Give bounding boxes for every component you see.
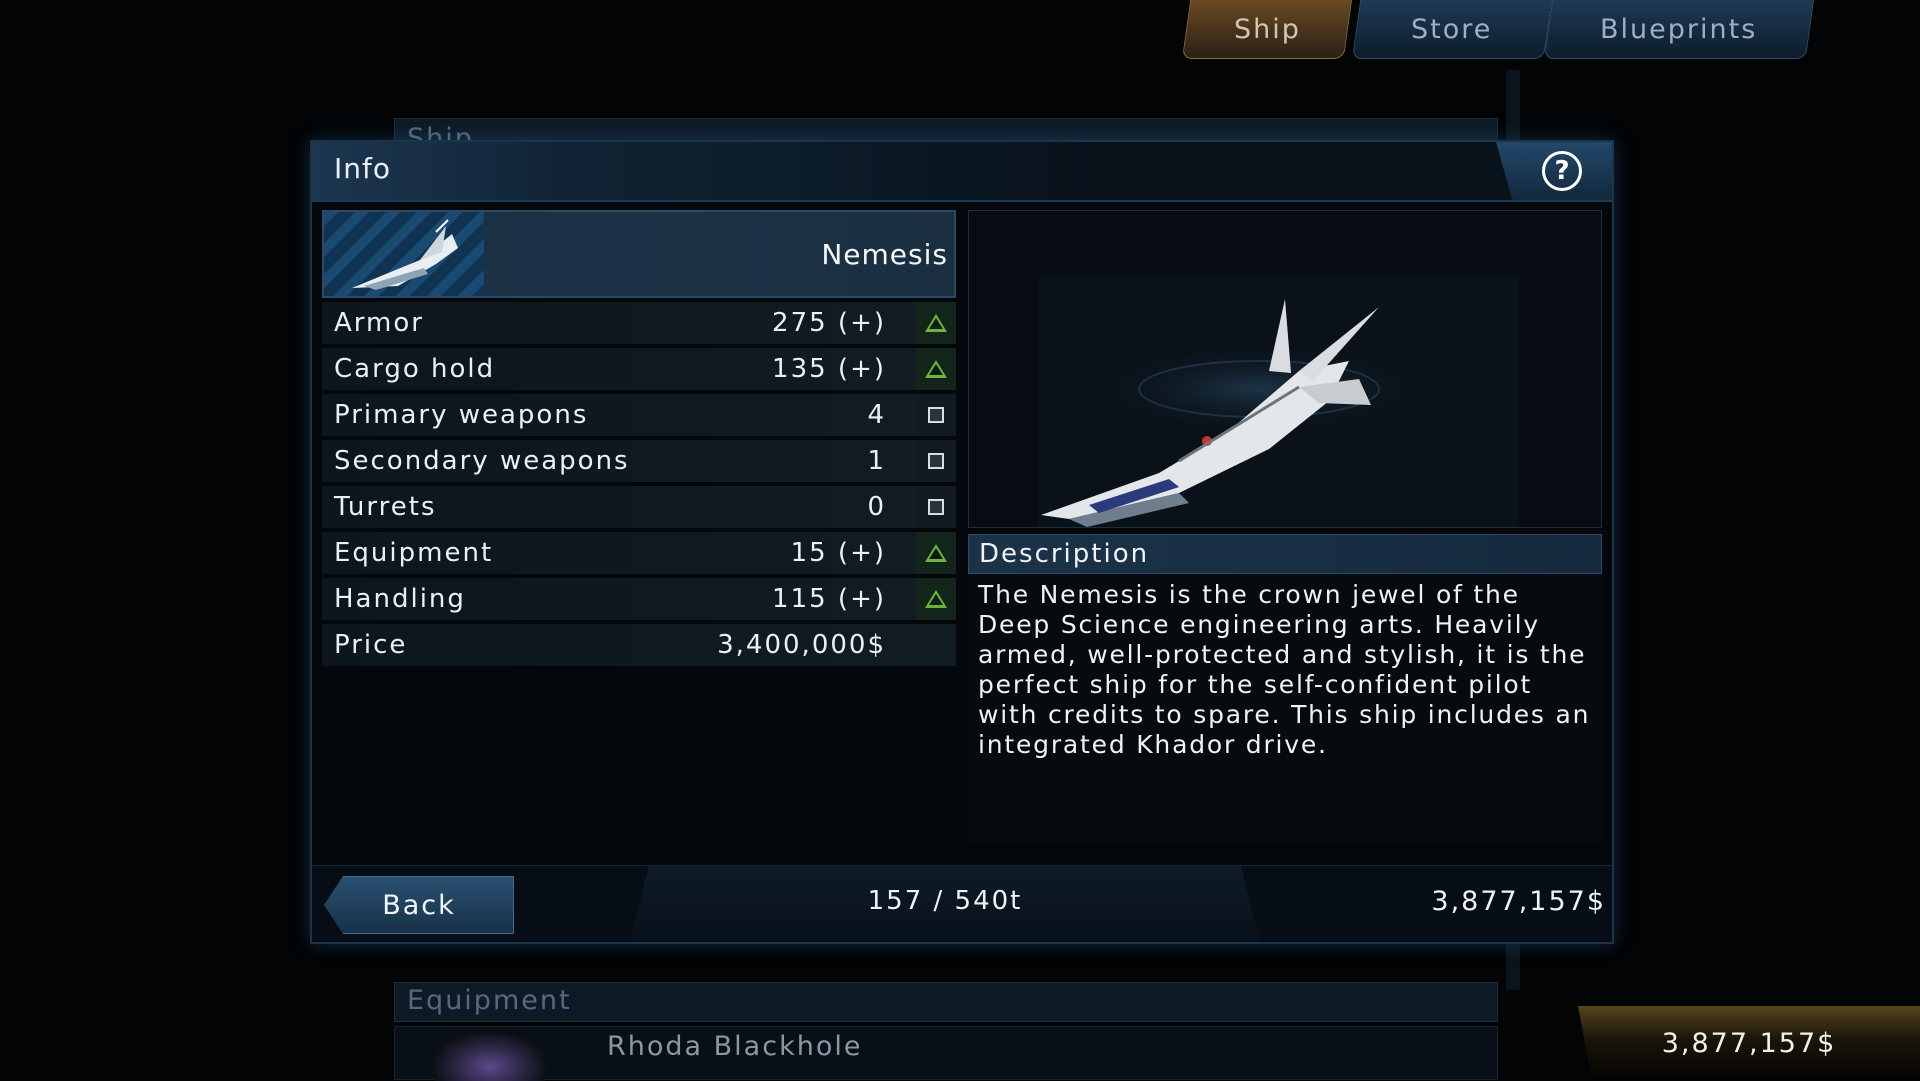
stat-value: 1 <box>867 446 886 476</box>
tab-ship[interactable]: Ship <box>1181 0 1353 59</box>
equipment-list-item[interactable]: Rhoda Blackhole <box>394 1026 1498 1081</box>
description-text: The Nemesis is the crown jewel of the De… <box>968 574 1602 842</box>
stat-label: Secondary weapons <box>334 446 630 476</box>
stat-row-handling: Handling 115 (+) <box>322 578 956 620</box>
ship-name: Nemesis <box>821 238 948 271</box>
stat-row-secondary-weapons: Secondary weapons 1 <box>322 440 956 482</box>
tab-blueprints[interactable]: Blueprints <box>1543 0 1815 59</box>
question-icon: ? <box>1542 151 1582 191</box>
stat-row-armor: Armor 275 (+) <box>322 302 956 344</box>
stat-row-primary-weapons: Primary weapons 4 <box>322 394 956 436</box>
stat-indicator <box>916 486 956 528</box>
ship-preview <box>968 210 1602 528</box>
stat-value: 275 (+) <box>772 308 886 338</box>
credits-balance: 3,877,157$ <box>1431 886 1606 917</box>
ship-thumbnail <box>324 212 484 296</box>
stat-label: Armor <box>334 308 424 338</box>
wallet-amount: 3,877,157$ <box>1661 1027 1837 1059</box>
square-icon <box>928 407 944 423</box>
upgrade-button[interactable] <box>916 532 956 574</box>
description-header-label: Description <box>979 539 1150 569</box>
cargo-panel: 157 / 540t <box>630 866 1260 942</box>
stat-value: 135 (+) <box>772 354 886 384</box>
upgrade-button[interactable] <box>916 302 956 344</box>
stat-label: Cargo hold <box>334 354 496 384</box>
stat-label: Price <box>334 630 408 660</box>
stat-value: 15 (+) <box>790 538 886 568</box>
tab-store-label: Store <box>1411 13 1493 45</box>
back-button-label: Back <box>382 889 456 921</box>
stat-value: 3,400,000$ <box>717 630 886 660</box>
upgrade-triangle-icon <box>925 544 947 562</box>
equipment-section-header: Equipment <box>394 982 1498 1022</box>
equipment-section-label: Equipment <box>407 985 572 1016</box>
stat-row-equipment: Equipment 15 (+) <box>322 532 956 574</box>
dialog-title: Info <box>334 152 391 185</box>
stat-value: 4 <box>867 400 886 430</box>
dialog-header: Info ? <box>312 142 1612 202</box>
back-button[interactable]: Back <box>324 876 514 934</box>
stat-row-turrets: Turrets 0 <box>322 486 956 528</box>
stat-label: Primary weapons <box>334 400 589 430</box>
stat-row-cargo-hold: Cargo hold 135 (+) <box>322 348 956 390</box>
ship-header-row: Nemesis <box>322 210 956 298</box>
stat-row-price: Price 3,400,000$ <box>322 624 956 666</box>
upgrade-triangle-icon <box>925 314 947 332</box>
upgrade-button[interactable] <box>916 578 956 620</box>
tab-ship-label: Ship <box>1233 13 1301 45</box>
stat-value: 0 <box>867 492 886 522</box>
cargo-capacity: 157 / 540t <box>867 886 1023 916</box>
help-button[interactable]: ? <box>1496 142 1612 200</box>
stat-indicator <box>916 440 956 482</box>
stat-label: Turrets <box>334 492 437 522</box>
upgrade-triangle-icon <box>925 360 947 378</box>
stat-label: Handling <box>334 584 466 614</box>
ship-thumbnail-icon <box>352 219 458 290</box>
dialog-footer: 157 / 540t Back 3,877,157$ <box>312 865 1612 942</box>
upgrade-button[interactable] <box>916 348 956 390</box>
equipment-item-name: Rhoda Blackhole <box>607 1031 863 1062</box>
equipment-item-thumbnail <box>435 1033 545 1081</box>
upgrade-triangle-icon <box>925 590 947 608</box>
wallet-display: 3,877,157$ <box>1578 1006 1920 1080</box>
description-header: Description <box>968 534 1602 574</box>
ship-info-dialog: Info ? Nemesis Armor 275 (+) Cargo hold … <box>310 140 1614 944</box>
ship-render-image <box>1039 275 1519 527</box>
square-icon <box>928 453 944 469</box>
stat-label: Equipment <box>334 538 494 568</box>
square-icon <box>928 499 944 515</box>
tab-store[interactable]: Store <box>1351 0 1553 59</box>
stat-value: 115 (+) <box>772 584 886 614</box>
stat-indicator <box>916 394 956 436</box>
tab-blueprints-label: Blueprints <box>1600 13 1758 45</box>
